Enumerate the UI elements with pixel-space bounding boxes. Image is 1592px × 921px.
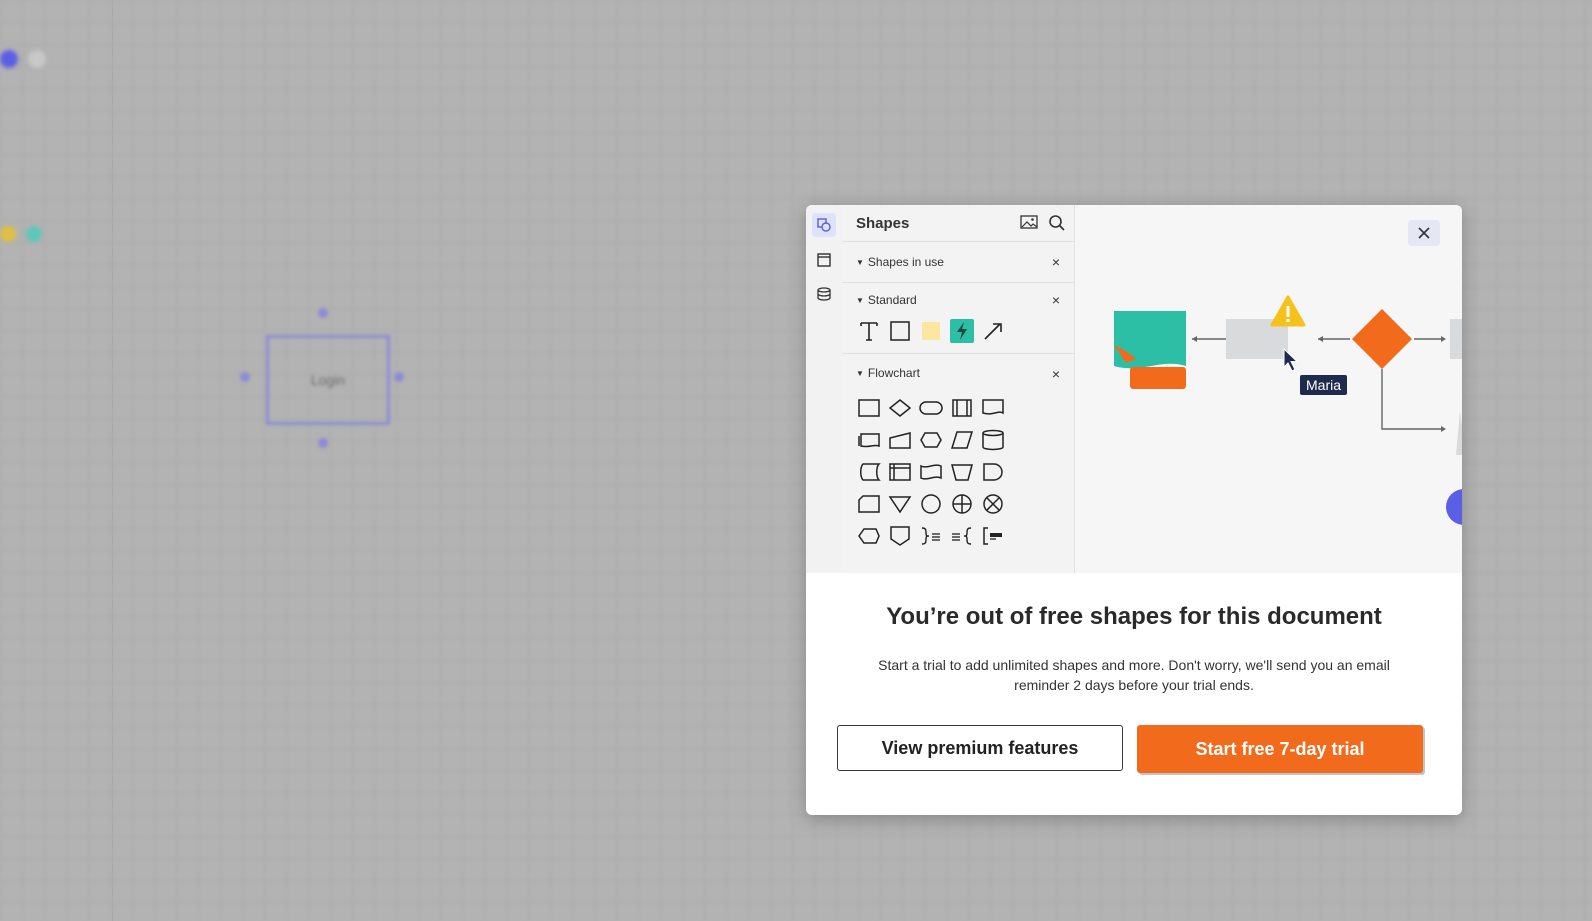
preview-icon-rail (806, 205, 843, 573)
blurred-handle (394, 372, 404, 382)
section-label: Standard (867, 293, 917, 307)
triangle-down-icon: ▼ (856, 295, 864, 305)
document-shape-icon (980, 396, 1006, 420)
shapes-icon (812, 213, 836, 237)
data-shape-icon (949, 428, 975, 452)
merge-shape-icon (887, 492, 913, 516)
predefined-process-icon (949, 396, 975, 420)
or-shape-icon (949, 492, 975, 516)
close-icon (1418, 227, 1430, 239)
off-page-connector-icon (887, 524, 913, 548)
manual-input-icon (887, 428, 913, 452)
data-icon (812, 282, 836, 306)
card-shape-icon (856, 492, 882, 516)
process-shape-icon (856, 396, 882, 420)
close-icon: × (1051, 366, 1060, 382)
sticky-note-icon (918, 319, 944, 343)
collaborator-cursor-tag: Maria (1300, 375, 1348, 395)
blurred-handle (318, 308, 328, 318)
decision-shape-icon (887, 396, 913, 420)
blurred-login-label: Login (310, 372, 346, 388)
blurred-handle (240, 372, 250, 382)
stored-data-icon (856, 460, 882, 484)
manual-operation-icon (949, 460, 975, 484)
preview-shapes-panel: Shapes ▼ Shapes in use × ▼ Standard × ▼ … (842, 205, 1075, 573)
brace-annotation-icon (918, 524, 944, 548)
arrow-line-icon (980, 319, 1006, 343)
bracket-annotation-icon (980, 524, 1006, 548)
tape-shape-icon (918, 460, 944, 484)
preview-diagram (1074, 205, 1462, 573)
upgrade-modal: Shapes ▼ Shapes in use × ▼ Standard × ▼ … (806, 205, 1462, 815)
section-label: Shapes in use (867, 255, 944, 269)
left-brace-annotation-icon (949, 524, 975, 548)
view-premium-features-button[interactable]: View premium features (837, 725, 1123, 771)
feature-preview-image: Shapes ▼ Shapes in use × ▼ Standard × ▼ … (806, 205, 1462, 573)
shapes-panel-header: Shapes (842, 205, 1074, 242)
delay-shape-icon (980, 460, 1006, 484)
rectangle-shape-icon (887, 319, 913, 343)
section-standard: ▼ Standard × (842, 283, 1074, 354)
modal-headline: You’re out of free shapes for this docum… (886, 603, 1382, 630)
summing-junction-icon (980, 492, 1006, 516)
database-shape-icon (980, 428, 1006, 452)
blurred-login-shape: Login (266, 335, 390, 425)
triangle-down-icon: ▼ (856, 368, 864, 378)
terminator-shape-icon (918, 396, 944, 420)
page-icon (812, 248, 836, 272)
internal-storage-icon (887, 460, 913, 484)
section-flowchart: ▼ Flowchart × (842, 354, 1074, 556)
image-icon (1020, 214, 1038, 237)
blurred-sidebar (0, 0, 113, 921)
triangle-down-icon: ▼ (856, 257, 864, 267)
blurred-handle (318, 438, 328, 448)
section-shapes-in-use: ▼ Shapes in use × (842, 242, 1074, 283)
multi-document-icon (856, 428, 882, 452)
shapes-panel-title: Shapes (856, 214, 910, 232)
lightning-icon (949, 319, 975, 343)
search-icon (1048, 214, 1066, 237)
close-icon: × (1051, 254, 1060, 270)
section-label: Flowchart (867, 366, 920, 380)
display-shape-icon (856, 524, 882, 548)
close-icon: × (1051, 292, 1060, 308)
connector-shape-icon (918, 492, 944, 516)
close-button[interactable] (1408, 220, 1440, 246)
preparation-shape-icon (918, 428, 944, 452)
modal-description: Start a trial to add unlimited shapes an… (878, 657, 1390, 693)
start-free-trial-button[interactable]: Start free 7-day trial (1137, 725, 1423, 773)
text-shape-icon (856, 319, 882, 343)
